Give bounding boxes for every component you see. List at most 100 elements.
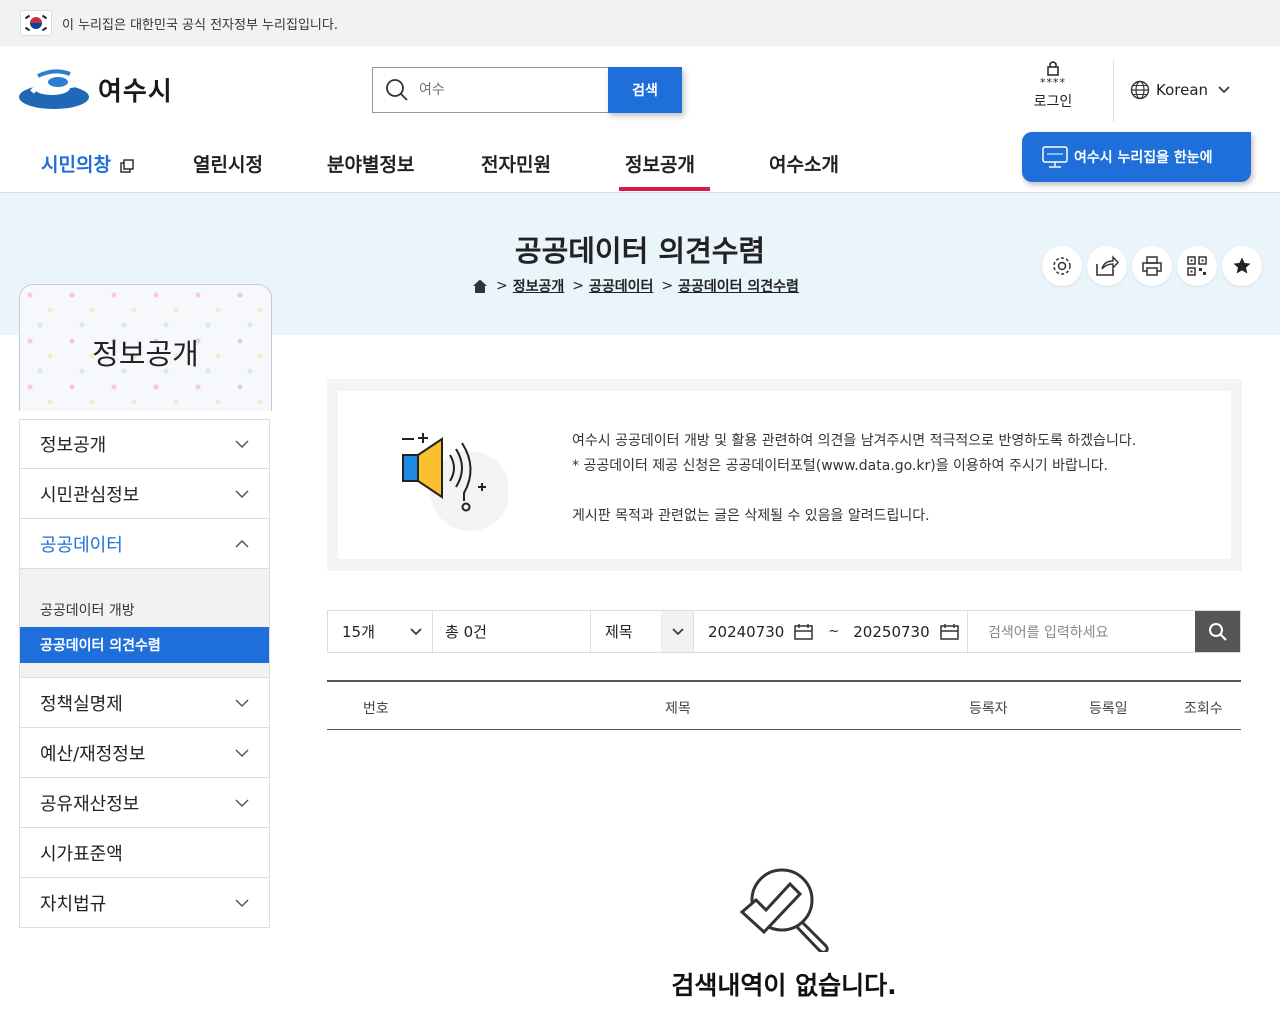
- header-divider: [1113, 60, 1114, 122]
- main-nav: 시민의창 열린시정 분야별정보 전자민원 정보공개 여수소개: [0, 142, 1000, 192]
- chevron-down-icon: [671, 627, 684, 635]
- print-button[interactable]: [1132, 246, 1172, 286]
- sidebar-title-box: 정보공개: [19, 284, 272, 411]
- page-tools: [1042, 246, 1267, 286]
- gear-icon: [1053, 257, 1071, 275]
- sidebar-item-citizen-interest[interactable]: 시민관심정보: [19, 469, 270, 519]
- sidebar-item-public-data[interactable]: 공공데이터: [19, 519, 270, 569]
- total-count: 총 0건: [433, 611, 591, 652]
- filter-bar: 15개 총 0건 제목 20240730 ~ 20250730 검색어를 입력하…: [327, 610, 1241, 653]
- sidebar-item-label: 자치법규: [40, 893, 107, 915]
- notice-line: * 공공데이터 제공 신청은 공공데이터포털(www.data.go.kr)을 …: [572, 458, 1109, 474]
- language-label: Korean: [1156, 81, 1209, 99]
- sidebar-item-ordinances[interactable]: 자치법규: [19, 878, 270, 928]
- sidebar-subitem-opinion[interactable]: 공공데이터 의견수렴: [20, 627, 269, 663]
- sidebar-title: 정보공개: [92, 337, 199, 371]
- chevron-down-icon: [235, 440, 249, 449]
- notice-box: 여수시 공공데이터 개방 및 활용 관련하여 의견을 남겨주시면 적극적으로 반…: [327, 379, 1242, 571]
- column-header-views: 조회수: [1184, 701, 1223, 717]
- sitemap-button[interactable]: 여수시 누리집을 한눈에: [1022, 132, 1251, 182]
- search-input[interactable]: [419, 82, 589, 98]
- qr-code-icon: [1187, 256, 1207, 276]
- breadcrumb-link[interactable]: 정보공개: [513, 276, 565, 296]
- globe-icon: [1130, 80, 1150, 100]
- sidebar-item-label: 정보공개: [40, 435, 107, 456]
- search-icon: [386, 79, 408, 101]
- date-range: 20240730 ~ 20250730: [694, 611, 968, 652]
- sidebar-item-label: 시가표준액: [40, 843, 123, 865]
- sidebar-item-label: 시민관심정보: [40, 484, 140, 506]
- column-header-number: 번호: [363, 701, 389, 717]
- new-window-icon: [119, 158, 134, 173]
- nav-item-info-disclosure[interactable]: 정보공개: [625, 150, 695, 177]
- nav-item-e-civil[interactable]: 전자민원: [481, 150, 551, 177]
- monitor-icon: [1042, 146, 1068, 168]
- sidebar-subitem-open-data[interactable]: 공공데이터 개방: [20, 593, 269, 627]
- search-box: [372, 67, 608, 113]
- breadcrumb-separator: >: [572, 278, 584, 294]
- no-results-icon: [739, 868, 829, 952]
- sidebar-item-label: 예산/재정정보: [40, 743, 146, 765]
- calendar-icon[interactable]: [794, 623, 814, 641]
- qr-code-button[interactable]: [1177, 246, 1217, 286]
- table-header: 번호 제목 등록자 등록일 조회수: [327, 680, 1241, 730]
- search-field-select[interactable]: 제목: [591, 611, 694, 652]
- login-button[interactable]: **** 로그인: [1022, 60, 1084, 111]
- gov-banner-text: 이 누리집은 대한민국 공식 전자정부 누리집입니다.: [62, 17, 338, 33]
- language-selector[interactable]: Korean: [1130, 80, 1230, 100]
- search-button[interactable]: 검색: [608, 67, 682, 113]
- nav-item-field-info[interactable]: 분야별정보: [327, 150, 414, 177]
- sidebar-item-policy-realname[interactable]: 정책실명제: [19, 678, 270, 728]
- sidebar-item-public-property[interactable]: 공유재산정보: [19, 778, 270, 828]
- site-logo[interactable]: 여수시: [18, 68, 173, 110]
- sidebar-item-budget[interactable]: 예산/재정정보: [19, 728, 270, 778]
- search-icon: [1208, 622, 1227, 641]
- nav-item-about-yeosu[interactable]: 여수소개: [769, 150, 839, 177]
- search-field-value: 제목: [605, 623, 633, 641]
- star-icon: [1233, 257, 1251, 274]
- page-size-select[interactable]: 15개: [328, 611, 433, 652]
- sidebar-menu: 정보공개 시민관심정보 공공데이터 공공데이터 개방 공공데이터 의견수렴 정책…: [19, 419, 270, 928]
- nav-label: 시민의창: [41, 154, 111, 176]
- logo-text: 여수시: [98, 76, 173, 107]
- column-header-date: 등록일: [1089, 701, 1128, 717]
- chevron-down-icon: [235, 489, 249, 498]
- home-icon[interactable]: [472, 278, 488, 294]
- nav-active-indicator: [619, 187, 710, 191]
- chevron-down-icon: [235, 898, 249, 907]
- lock-icon: [1047, 61, 1059, 76]
- date-separator: ~: [828, 624, 840, 639]
- yeosu-logo-icon: [19, 69, 89, 109]
- login-stars: ****: [1040, 76, 1066, 89]
- column-header-author: 등록자: [969, 701, 1008, 717]
- chevron-up-icon: [235, 539, 249, 548]
- chevron-down-icon: [235, 798, 249, 807]
- chevron-down-icon: [235, 748, 249, 757]
- date-to-input[interactable]: 20250730: [853, 623, 929, 641]
- nav-item-citizen[interactable]: 시민의창: [41, 150, 134, 177]
- notice-line: 여수시 공공데이터 개방 및 활용 관련하여 의견을 남겨주시면 적극적으로 반…: [572, 433, 1137, 449]
- breadcrumb-current[interactable]: 공공데이터 의견수렴: [678, 276, 799, 296]
- keyword-search-button[interactable]: [1195, 611, 1240, 652]
- sidebar-item-label: 정책실명제: [40, 693, 123, 715]
- date-from-input[interactable]: 20240730: [708, 623, 784, 641]
- empty-message: 검색내역이 없습니다.: [671, 971, 897, 1000]
- breadcrumb-separator: >: [661, 278, 674, 294]
- share-icon: [1096, 255, 1119, 276]
- nav-item-open-admin[interactable]: 열린시정: [193, 150, 263, 177]
- page-size-value: 15개: [342, 623, 375, 641]
- site-search: 검색: [372, 67, 682, 113]
- breadcrumb-link[interactable]: 공공데이터: [589, 276, 653, 296]
- total-count-text: 총 0건: [445, 623, 487, 641]
- sidebar-item-info-disclosure[interactable]: 정보공개: [19, 419, 270, 469]
- favorite-button[interactable]: [1222, 246, 1262, 286]
- calendar-icon[interactable]: [939, 623, 960, 641]
- login-label: 로그인: [1033, 94, 1073, 110]
- keyword-input[interactable]: 검색어를 입력하세요: [968, 611, 1195, 652]
- search-field-arrow: [661, 611, 693, 652]
- settings-button[interactable]: [1042, 246, 1082, 286]
- sidebar-item-standard-price[interactable]: 시가표준액: [19, 828, 270, 878]
- share-button[interactable]: [1087, 246, 1127, 286]
- sidebar-submenu: 공공데이터 개방 공공데이터 의견수렴: [19, 569, 270, 678]
- korea-flag-icon: [20, 10, 52, 36]
